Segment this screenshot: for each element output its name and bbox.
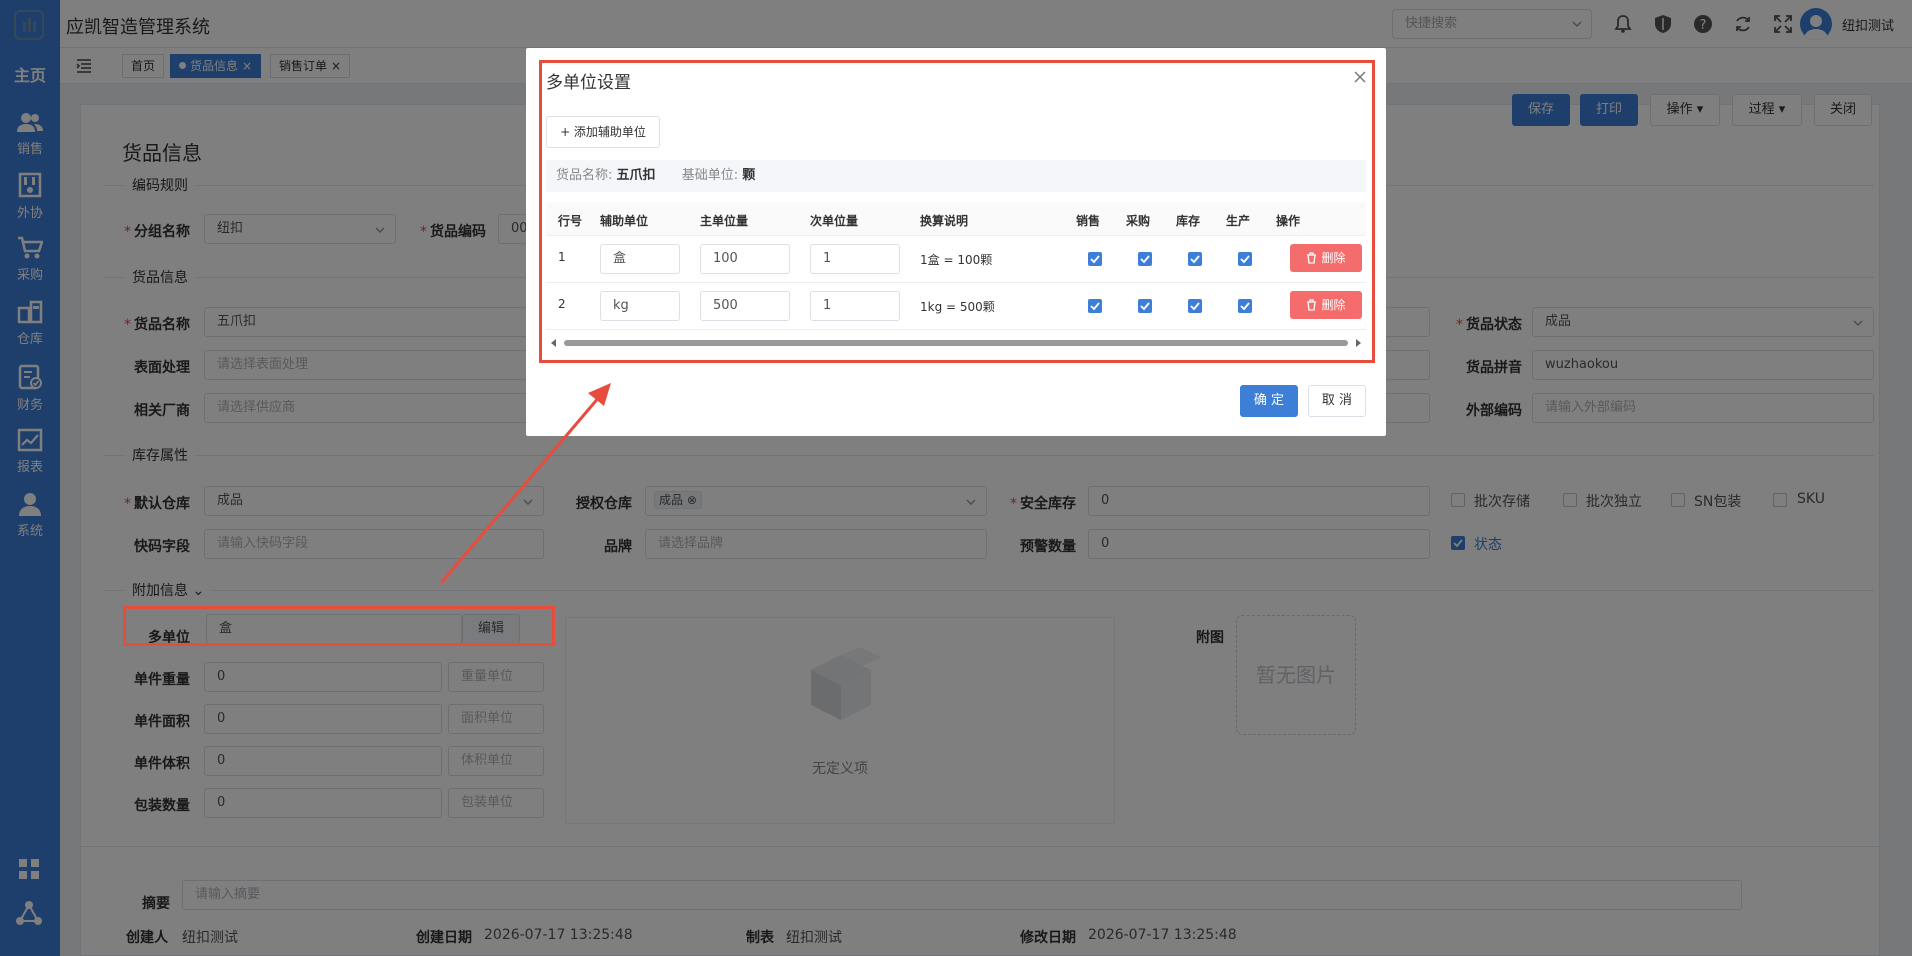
annotation-arrow — [439, 383, 611, 584]
